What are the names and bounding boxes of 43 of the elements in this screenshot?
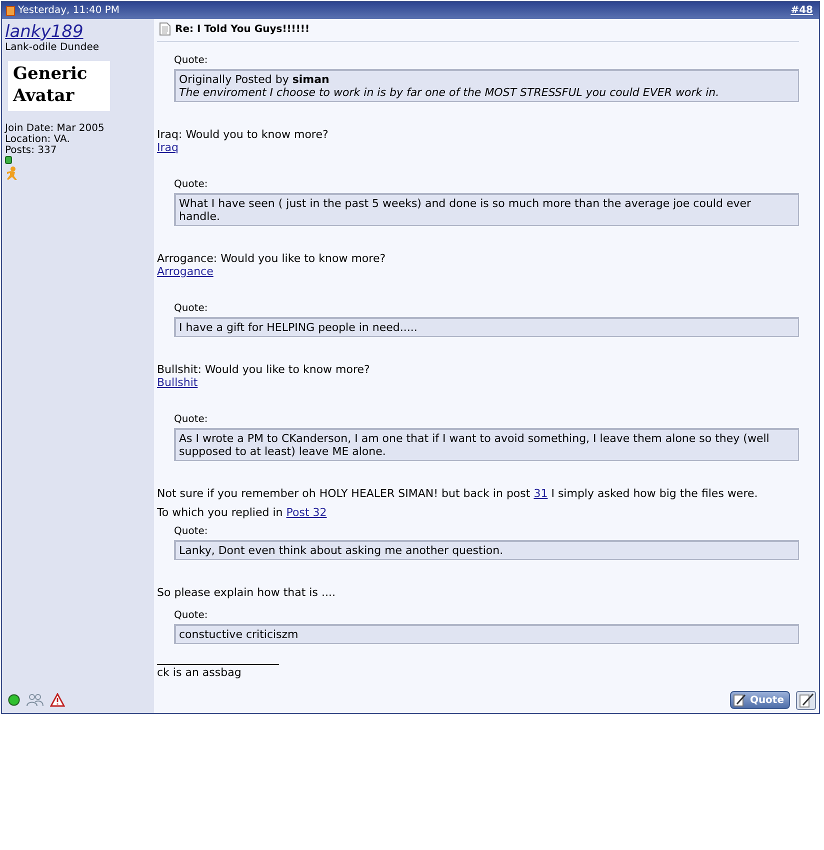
quote-label: Quote: bbox=[174, 178, 209, 191]
join-date: Join Date: Mar 2005 bbox=[5, 123, 106, 134]
quote-text: I have a gift for HELPING people in need..... bbox=[179, 321, 418, 334]
post-link[interactable]: 31 bbox=[534, 487, 548, 500]
post-number-link[interactable]: #48 bbox=[790, 5, 813, 16]
quote-label: Quote: bbox=[174, 54, 209, 67]
user-location: Location: VA. bbox=[5, 134, 71, 145]
quote-label: Quote: bbox=[174, 413, 209, 426]
user-title: Lank-odile Dundee bbox=[5, 42, 100, 53]
edit-icon[interactable] bbox=[796, 690, 816, 710]
people-icon[interactable] bbox=[26, 693, 44, 707]
notepad-icon bbox=[732, 693, 747, 707]
text-link[interactable]: Iraq bbox=[157, 141, 178, 154]
post-text: Not sure if you remember oh HOLY HEALER SIMAN! but back in post bbox=[157, 487, 530, 500]
post-text: Arrogance: Would you like to know more? bbox=[157, 252, 387, 265]
post-text: So please explain how that is .... bbox=[157, 586, 336, 599]
quote-text: The enviroment I choose to work in is by far one of the MOST STRESSFUL you could EVER work in. bbox=[179, 86, 720, 99]
online-status-icon bbox=[8, 694, 20, 706]
warning-icon[interactable] bbox=[50, 693, 65, 707]
quote-text: As I wrote a PM to CKanderson, I am one that if I want to avoid something, I leave them alone so they (well supposed to at least) leave ME alone. bbox=[179, 432, 770, 458]
post-text: To which you replied in bbox=[157, 506, 283, 519]
post-text: I simply asked how big the files were. bbox=[551, 487, 758, 500]
text-link[interactable]: Bullshit bbox=[157, 376, 198, 389]
quote-label: Quote: bbox=[174, 609, 209, 622]
post-date: Yesterday, 11:40 PM bbox=[18, 5, 120, 16]
signature-text: ck is an assbag bbox=[157, 666, 242, 679]
online-status-icon bbox=[5, 156, 12, 164]
quote-text: What I have seen ( just in the past 5 weeks) and done is so much more than the average joe could ever handle. bbox=[179, 197, 752, 223]
post-count: Posts: 337 bbox=[5, 145, 58, 156]
quote-text: constuctive criticiszm bbox=[179, 628, 300, 641]
post-icon bbox=[6, 6, 15, 16]
username-link[interactable]: lanky189 bbox=[5, 22, 154, 42]
quote-label: Quote: bbox=[174, 525, 209, 538]
post-text: Bullshit: Would you like to know more? bbox=[157, 363, 371, 376]
quote-text: Lanky, Dont even think about asking me another question. bbox=[179, 544, 504, 557]
post-link[interactable]: Post 32 bbox=[286, 506, 327, 519]
text-link[interactable]: Arrogance bbox=[157, 265, 214, 278]
post-text: Iraq: Would you to know more? bbox=[157, 128, 330, 141]
avatar-image: Generic Avatar bbox=[8, 61, 110, 111]
document-icon bbox=[159, 22, 171, 36]
post-title: Re: I Told You Guys!!!!!! bbox=[175, 24, 310, 34]
quote-attribution: Originally Posted by siman bbox=[179, 73, 330, 86]
quote-label: Quote: bbox=[174, 302, 209, 315]
